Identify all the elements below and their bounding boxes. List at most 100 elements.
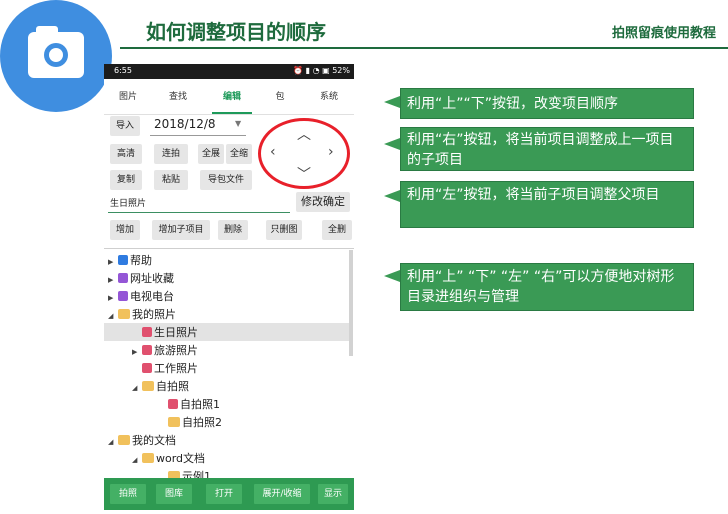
tree-item-label: 生日照片 [154,326,198,339]
folder-icon [142,381,154,391]
page-subtitle: 拍照留痕使用教程 [611,26,716,41]
tab-images[interactable]: 图片 [108,89,148,102]
status-time: 6:55 [114,66,132,75]
date-underline [150,135,246,136]
help-icon [118,255,128,265]
down-arrow-icon[interactable]: ﹀ [297,164,311,184]
up-arrow-icon[interactable]: ︿ [297,124,311,144]
camera-logo [0,0,112,112]
collapse-arrow-icon[interactable]: ◢ [108,312,118,320]
callout-left: 利用“左”按钮，将当前子项目调整父项目 [400,181,694,228]
export-package-button[interactable]: 导包文件 [200,170,252,190]
tree-item-label: 电视电台 [130,290,174,303]
add-child-button[interactable]: 增加子项目 [152,220,210,240]
expand-all-button[interactable]: 全展 [198,144,224,164]
tree-item[interactable]: 自拍照1 [158,396,220,413]
tree-item[interactable]: ▶ 网址收藏 [108,270,174,287]
callout-pointer [384,270,400,282]
hd-button[interactable]: 高清 [110,144,142,164]
tree-item[interactable]: ◢ word文档 [132,450,205,467]
tree-item[interactable]: ▶ 帮助 [108,252,152,269]
collapse-arrow-icon[interactable]: ◢ [132,456,142,464]
take-photo-button[interactable]: 拍照 [110,484,146,504]
photo-icon [142,327,152,337]
tab-bar: 图片 查找 编辑 包 系统 [104,79,354,115]
tab-edit[interactable]: 编辑 [212,89,252,102]
callout-pointer [384,96,400,108]
add-button[interactable]: 增加 [110,220,140,240]
status-bar: 6:55 ⏰ ▮ ◔ ▣ 52% [104,64,354,79]
tree-item-label: word文档 [156,452,206,465]
status-battery: ⏰ ▮ ◔ ▣ 52% [293,66,350,75]
right-arrow-icon[interactable]: › [328,144,334,160]
tree-scrollbar[interactable] [349,250,353,356]
tree-item-label: 我的照片 [132,308,176,321]
date-field[interactable]: 2018/12/8 [154,117,216,131]
burst-button[interactable]: 连拍 [154,144,188,164]
photo-icon [142,363,152,373]
expand-collapse-button[interactable]: 展开/收缩 [254,484,310,504]
tab-package[interactable]: 包 [260,89,300,102]
expand-arrow-icon[interactable]: ▶ [132,348,142,356]
callout-pointer [384,138,400,150]
item-name-underline [108,212,290,213]
tab-search[interactable]: 查找 [158,89,198,102]
delete-all-button[interactable]: 全删 [322,220,352,240]
tree-item-label: 网址收藏 [130,272,174,285]
callout-right: 利用“右”按钮，将当前项目调整成上一项目的子项目 [400,127,694,171]
tree-item[interactable]: 工作照片 [132,360,198,377]
display-button[interactable]: 显示 [318,484,348,504]
tree-item[interactable]: ▶ 旅游照片 [132,342,198,359]
paste-button[interactable]: 粘贴 [154,170,188,190]
tree-item[interactable]: ▶ 电视电台 [108,288,174,305]
tree-item-label: 我的文档 [132,434,176,447]
tree-item[interactable]: ◢ 自拍照 [132,378,189,395]
callout-pointer [384,190,400,202]
tree-item-label: 帮助 [130,254,152,267]
left-arrow-icon[interactable]: ‹ [270,144,276,160]
gallery-button[interactable]: 图库 [156,484,192,504]
link-icon [118,273,128,283]
tree-item-label: 自拍照2 [182,416,222,429]
open-button[interactable]: 打开 [206,484,242,504]
expand-arrow-icon[interactable]: ▶ [108,276,118,284]
collapse-all-button[interactable]: 全缩 [226,144,252,164]
delete-images-button[interactable]: 只删图 [266,220,302,240]
tree-item[interactable]: 自拍照2 [158,414,222,431]
tab-system[interactable]: 系统 [309,89,349,102]
tree-item-label: 旅游照片 [154,344,198,357]
header-divider [120,47,728,49]
expand-arrow-icon[interactable]: ▶ [108,294,118,302]
bottom-bar: 拍照 图库 打开 展开/收缩 显示 [104,478,354,510]
import-button[interactable]: 导入 [110,116,140,136]
battery-level: 52% [332,66,350,75]
collapse-arrow-icon[interactable]: ◢ [108,438,118,446]
rename-confirm-button[interactable]: 修改确定 [296,192,350,212]
tree-item-label: 工作照片 [154,362,198,375]
status-icons: ⏰ ▮ ◔ ▣ [293,66,333,75]
folder-icon [168,417,180,427]
dropdown-caret-icon[interactable]: ▼ [235,119,241,128]
photo-icon [142,345,152,355]
page-title: 如何调整项目的顺序 [146,20,326,44]
tree-item-label: 自拍照1 [180,398,220,411]
callout-up-down: 利用“上”“下”按钮，改变项目顺序 [400,88,694,119]
item-name-input[interactable]: 生日照片 [110,196,146,209]
copy-button[interactable]: 复制 [110,170,142,190]
tree-item[interactable]: ◢ 我的照片 [108,306,176,323]
folder-icon [118,435,130,445]
folder-icon [118,309,130,319]
callout-tree-manage: 利用“上” “下” “左” “右”可以方便地对树形目录进组织与管理 [400,263,694,311]
photo-icon [168,399,178,409]
expand-arrow-icon[interactable]: ▶ [108,258,118,266]
tree-item-selected[interactable]: 生日照片 [132,324,198,341]
tree-item[interactable]: ◢ 我的文档 [108,432,176,449]
camera-lens-inner [49,48,63,62]
collapse-arrow-icon[interactable]: ◢ [132,384,142,392]
link-icon [118,291,128,301]
active-tab-indicator [212,112,252,114]
tree-separator [104,248,354,249]
tree-item-label: 自拍照 [156,380,189,393]
delete-button[interactable]: 删除 [218,220,248,240]
folder-icon [142,453,154,463]
